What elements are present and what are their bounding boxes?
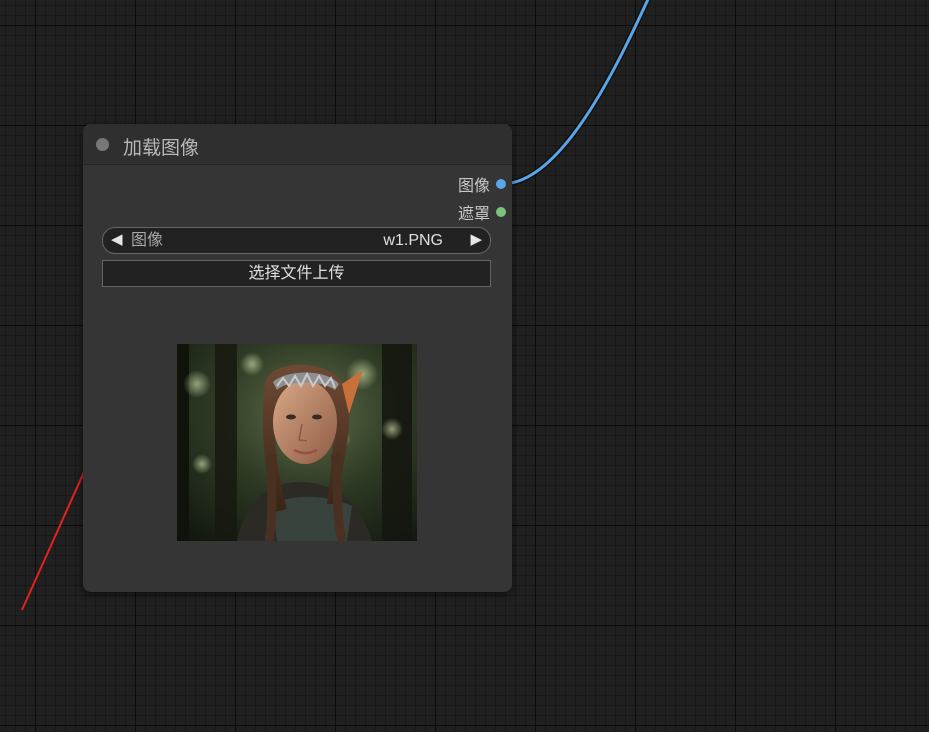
load-image-node[interactable]: 加载图像 图像 遮罩 ◀ 图像 w1.PNG ▶ 选择文件上传 — [83, 124, 512, 592]
node-title-bar[interactable]: 加载图像 — [83, 124, 512, 165]
combo-next-arrow-icon[interactable]: ▶ — [470, 230, 482, 250]
output-dot-mask-icon[interactable] — [496, 207, 506, 217]
output-slot-image[interactable]: 图像 — [457, 175, 506, 195]
node-title: 加载图像 — [123, 138, 200, 159]
output-label-mask: 遮罩 — [457, 206, 490, 223]
image-combo-widget[interactable]: ◀ 图像 w1.PNG ▶ — [102, 227, 491, 254]
upload-file-button[interactable]: 选择文件上传 — [102, 260, 491, 287]
image-output-link[interactable] — [510, 0, 651, 186]
elf-portrait-image — [177, 344, 417, 541]
combo-widget-name: 图像 — [131, 232, 164, 249]
output-dot-image-icon[interactable] — [496, 179, 506, 189]
combo-prev-arrow-icon[interactable]: ◀ — [111, 230, 123, 250]
image-preview — [177, 344, 417, 541]
collapse-dot-icon[interactable] — [96, 138, 109, 151]
output-slot-mask[interactable]: 遮罩 — [457, 203, 506, 223]
output-label-image: 图像 — [457, 178, 490, 195]
combo-widget-value[interactable]: w1.PNG — [383, 231, 443, 250]
image-output-link-stroke — [510, 0, 650, 185]
